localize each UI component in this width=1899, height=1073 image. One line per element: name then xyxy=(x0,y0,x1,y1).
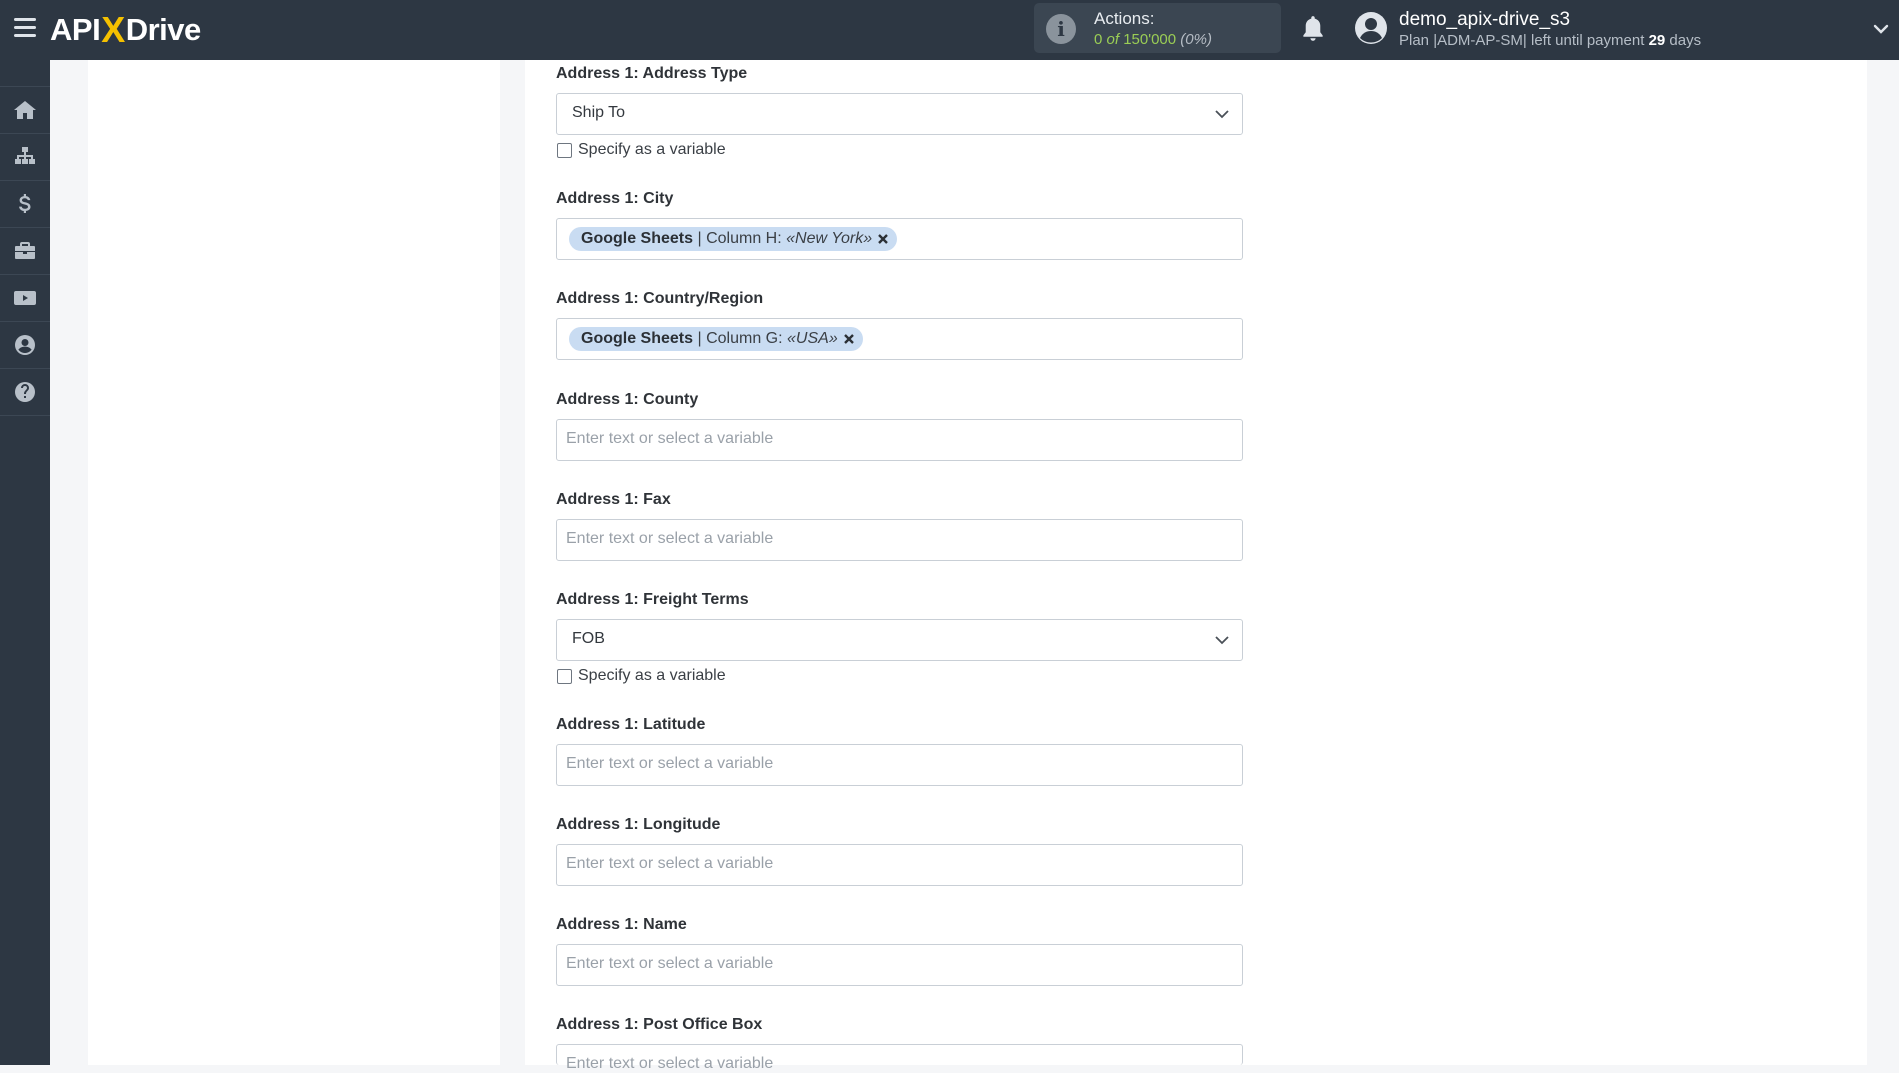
sidebar-item-account[interactable] xyxy=(0,322,50,369)
field-label: Address 1: Post Office Box xyxy=(556,1016,763,1033)
field-county: Address 1: County Enter text or select a… xyxy=(556,390,1243,461)
actions-label: Actions: xyxy=(1094,9,1155,28)
field-longitude: Address 1: Longitude Enter text or selec… xyxy=(556,815,1243,886)
avatar-icon[interactable] xyxy=(1354,11,1388,45)
variable-tag: Google Sheets | Column H: «New York» xyxy=(569,227,898,251)
sidebar-spacer xyxy=(0,60,50,87)
menu-icon[interactable] xyxy=(14,18,36,40)
placeholder: Enter text or select a variable xyxy=(566,430,774,447)
placeholder: Enter text or select a variable xyxy=(566,1055,774,1072)
post-office-box-input[interactable]: Enter text or select a variable xyxy=(556,1044,1243,1072)
sidebar-item-connections[interactable] xyxy=(0,134,50,181)
dollar-icon xyxy=(19,194,31,213)
checkbox-label: Specify as a variable xyxy=(578,667,726,684)
specify-variable-checkbox-row[interactable]: Specify as a variable xyxy=(557,141,726,159)
sidebar-item-help[interactable] xyxy=(0,369,50,416)
field-name: Address 1: Name Enter text or select a v… xyxy=(556,915,1243,986)
checkbox-label: Specify as a variable xyxy=(578,141,726,158)
tag-value: «USA» xyxy=(787,330,838,347)
variable-tag: Google Sheets | Column G: «USA» xyxy=(569,327,863,351)
plan-prefix: Plan |ADM-AP-SM| left until payment xyxy=(1399,32,1645,49)
select-value: FOB xyxy=(572,630,605,647)
home-icon xyxy=(14,101,36,119)
tag-source: Google Sheets xyxy=(581,230,694,247)
logo-api: API xyxy=(50,12,101,47)
close-icon[interactable] xyxy=(843,333,855,345)
placeholder: Enter text or select a variable xyxy=(566,955,774,972)
left-panel xyxy=(88,60,500,1065)
tag-column: | Column G: xyxy=(697,330,783,347)
sidebar-item-billing[interactable] xyxy=(0,181,50,228)
tag-column: | Column H: xyxy=(697,230,782,247)
field-label: Address 1: Longitude xyxy=(556,816,721,833)
freight-terms-select[interactable]: FOB xyxy=(556,619,1243,661)
field-post-office-box: Address 1: Post Office Box Enter text or… xyxy=(556,1015,1243,1072)
specify-variable-checkbox[interactable] xyxy=(557,142,572,158)
briefcase-icon xyxy=(15,242,35,259)
tag-value: «New York» xyxy=(786,230,873,247)
plan-days: 29 xyxy=(1648,32,1666,49)
field-address-type: Address 1: Address Type Ship To Specify … xyxy=(556,64,1243,158)
field-latitude: Address 1: Latitude Enter text or select… xyxy=(556,715,1243,786)
chevron-down-icon xyxy=(1215,636,1229,645)
top-bar: API X Drive i Actions: 0 of 150'000 (0%) d… xyxy=(0,0,1899,60)
close-icon[interactable] xyxy=(877,233,889,245)
placeholder: Enter text or select a variable xyxy=(566,855,774,872)
field-label: Address 1: Latitude xyxy=(556,716,706,733)
latitude-input[interactable]: Enter text or select a variable xyxy=(556,744,1243,786)
field-fax: Address 1: Fax Enter text or select a va… xyxy=(556,490,1243,561)
logo-x: X xyxy=(101,9,125,50)
fax-input[interactable]: Enter text or select a variable xyxy=(556,519,1243,561)
field-label: Address 1: Address Type xyxy=(556,65,748,82)
specify-variable-checkbox-row[interactable]: Specify as a variable xyxy=(557,667,726,685)
field-label: Address 1: Country/Region xyxy=(556,290,764,307)
address-type-select[interactable]: Ship To xyxy=(556,93,1243,135)
city-input[interactable]: Google Sheets | Column H: «New York» xyxy=(556,218,1243,260)
field-label: Address 1: Fax xyxy=(556,491,671,508)
logo-drive: Drive xyxy=(125,12,202,47)
chevron-down-icon[interactable] xyxy=(1872,20,1890,38)
sidebar-item-video[interactable] xyxy=(0,275,50,322)
sidebar-item-home[interactable] xyxy=(0,87,50,134)
actions-counter[interactable]: i Actions: 0 of 150'000 (0%) xyxy=(1034,3,1281,53)
info-icon: i xyxy=(1046,14,1076,44)
sidebar xyxy=(0,60,50,1065)
placeholder: Enter text or select a variable xyxy=(566,530,774,547)
chevron-down-icon xyxy=(1215,110,1229,119)
user-plan: Plan |ADM-AP-SM| left until payment 29 d… xyxy=(1399,32,1701,49)
country-input[interactable]: Google Sheets | Column G: «USA» xyxy=(556,318,1243,360)
field-label: Address 1: Freight Terms xyxy=(556,591,749,608)
county-input[interactable]: Enter text or select a variable xyxy=(556,419,1243,461)
field-label: Address 1: Name xyxy=(556,916,687,933)
sidebar-item-projects[interactable] xyxy=(0,228,50,275)
field-country-region: Address 1: Country/Region Google Sheets … xyxy=(556,289,1243,360)
placeholder: Enter text or select a variable xyxy=(566,755,774,772)
select-value: Ship To xyxy=(572,104,626,121)
actions-value: 0 of 150'000 (0%) xyxy=(1094,31,1212,48)
name-input[interactable]: Enter text or select a variable xyxy=(556,944,1243,986)
actions-percent: (0%) xyxy=(1180,31,1212,48)
field-city: Address 1: City Google Sheets | Column H… xyxy=(556,189,1243,260)
field-label: Address 1: County xyxy=(556,391,699,408)
bell-icon[interactable] xyxy=(1300,14,1326,44)
field-label: Address 1: City xyxy=(556,190,674,207)
user-circle-icon xyxy=(15,335,35,355)
sitemap-icon xyxy=(15,147,35,164)
plan-suffix: days xyxy=(1669,32,1702,49)
help-icon xyxy=(15,382,35,402)
field-freight-terms: Address 1: Freight Terms FOB Specify as … xyxy=(556,590,1243,684)
longitude-input[interactable]: Enter text or select a variable xyxy=(556,844,1243,886)
specify-variable-checkbox[interactable] xyxy=(557,668,572,684)
tag-source: Google Sheets xyxy=(581,330,694,347)
actions-of: of xyxy=(1106,31,1120,48)
youtube-icon xyxy=(14,291,36,305)
actions-total: 150'000 xyxy=(1123,31,1177,48)
logo[interactable]: API X Drive xyxy=(50,9,202,50)
user-name[interactable]: demo_apix-drive_s3 xyxy=(1399,9,1570,31)
actions-used: 0 xyxy=(1094,31,1103,48)
